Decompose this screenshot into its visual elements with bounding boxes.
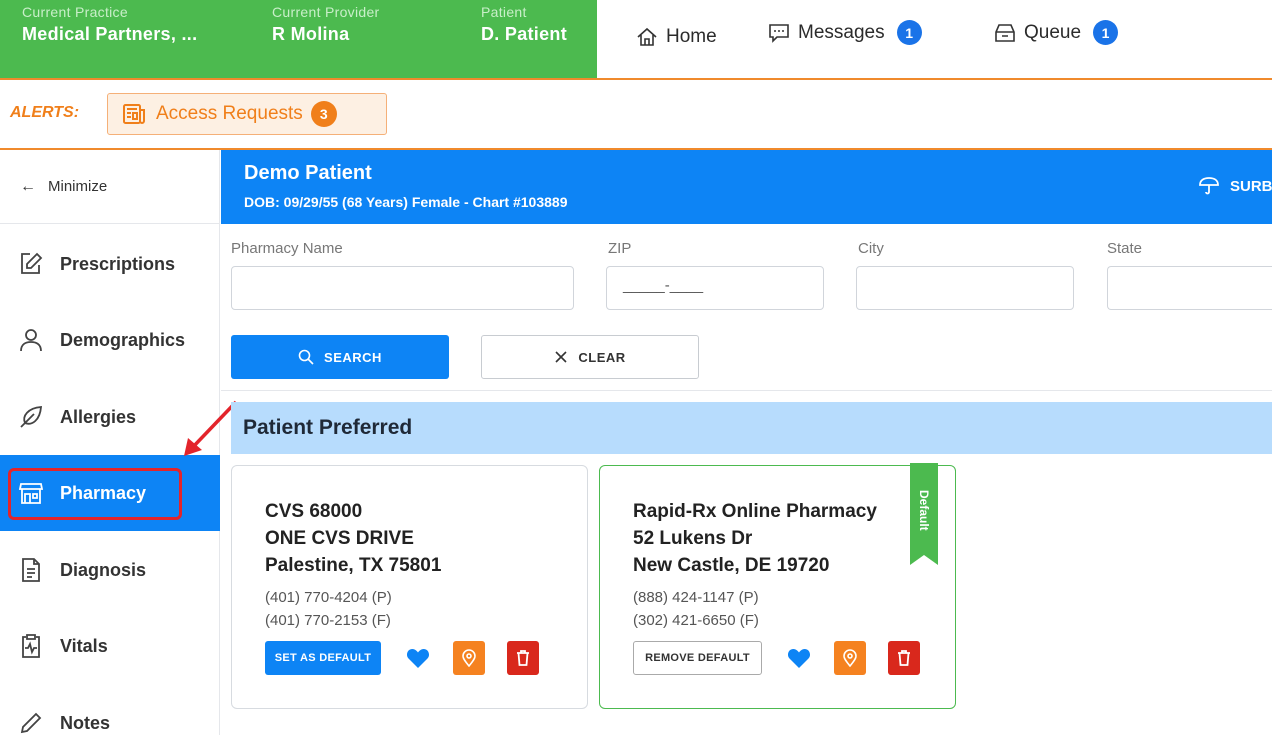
feather-icon bbox=[20, 406, 42, 428]
access-requests-button[interactable]: Access Requests 3 bbox=[107, 93, 387, 135]
main-content: Demo Patient DOB: 09/29/55 (68 Years) Fe… bbox=[221, 150, 1272, 735]
sidebar-item-label: Diagnosis bbox=[60, 559, 147, 580]
practice-label: Current Practice bbox=[22, 4, 128, 20]
queue-count-badge: 1 bbox=[1093, 20, 1119, 45]
minimize-label: Minimize bbox=[48, 178, 108, 195]
state-input[interactable] bbox=[1107, 266, 1272, 310]
pharmacy-card: Default Rapid-Rx Online Pharmacy 52 Luke… bbox=[599, 463, 956, 709]
pharmacy-address-line1: ONE CVS DRIVE bbox=[265, 528, 414, 549]
nav-queue-label: Queue bbox=[1024, 21, 1082, 43]
access-requests-label: Access Requests bbox=[156, 103, 303, 124]
zip-input[interactable]: _____-____ bbox=[606, 266, 824, 310]
zip-label: ZIP bbox=[608, 240, 632, 257]
state-label: State bbox=[1107, 240, 1143, 257]
newspaper-icon bbox=[123, 104, 145, 124]
sidebar-item-prescriptions[interactable]: Prescriptions bbox=[0, 226, 220, 302]
pharmacy-fax: (302) 421-6650 (F) bbox=[633, 612, 759, 629]
search-button-label: SEARCH bbox=[324, 349, 382, 365]
nav-home[interactable]: Home bbox=[636, 26, 717, 48]
clear-button-label: CLEAR bbox=[578, 349, 626, 365]
umbrella-icon bbox=[1199, 177, 1219, 195]
person-icon bbox=[20, 329, 42, 352]
alerts-label: ALERTS: bbox=[10, 104, 80, 121]
sidebar-item-demographics[interactable]: Demographics bbox=[0, 302, 220, 378]
default-ribbon: Default bbox=[910, 463, 938, 565]
card-actions: SET AS DEFAULT bbox=[265, 641, 539, 675]
pharmacy-address-line2: New Castle, DE 19720 bbox=[633, 555, 830, 576]
pharmacy-name-input[interactable] bbox=[231, 266, 574, 310]
nav-home-label: Home bbox=[666, 26, 717, 47]
highlight-box bbox=[8, 468, 182, 520]
search-button[interactable]: SEARCH bbox=[231, 335, 449, 379]
pharmacy-name: Rapid-Rx Online Pharmacy bbox=[633, 501, 877, 522]
message-icon bbox=[769, 23, 789, 43]
pharmacy-address-line1: 52 Lukens Dr bbox=[633, 528, 753, 549]
map-pin-icon[interactable] bbox=[834, 641, 866, 675]
favorite-heart-icon[interactable] bbox=[786, 646, 812, 670]
sidebar-item-label: Prescriptions bbox=[60, 253, 176, 274]
arrow-left-icon: ← bbox=[20, 177, 36, 195]
pharmacy-card: CVS 68000 ONE CVS DRIVE Palestine, TX 75… bbox=[231, 465, 588, 709]
nav-messages-label: Messages bbox=[798, 21, 885, 43]
messages-count-badge: 1 bbox=[896, 20, 922, 45]
sidebar-item-label: Notes bbox=[60, 712, 111, 733]
patient-header: Demo Patient DOB: 09/29/55 (68 Years) Fe… bbox=[221, 150, 1272, 224]
home-icon bbox=[637, 27, 657, 46]
minimize-button[interactable]: ← Minimize bbox=[0, 150, 219, 224]
sidebar-item-diagnosis[interactable]: Diagnosis bbox=[0, 532, 220, 608]
provider-block[interactable]: Current Provider R Molina bbox=[272, 4, 380, 45]
map-pin-icon[interactable] bbox=[453, 641, 485, 675]
city-label: City bbox=[858, 240, 884, 257]
sidebar-item-notes[interactable]: Notes bbox=[0, 685, 220, 735]
pharmacy-name: CVS 68000 bbox=[265, 501, 363, 522]
favorite-heart-icon[interactable] bbox=[405, 646, 431, 670]
nav-queue[interactable]: Queue 1 bbox=[994, 20, 1119, 45]
divider bbox=[221, 390, 1272, 391]
clear-button[interactable]: CLEAR bbox=[481, 335, 699, 379]
close-icon bbox=[555, 351, 567, 363]
pharmacy-phone: (888) 424-1147 (P) bbox=[633, 589, 759, 606]
inbox-icon bbox=[995, 23, 1015, 42]
pharmacy-phone: (401) 770-4204 (P) bbox=[265, 589, 392, 606]
surb-button[interactable]: SURB bbox=[1198, 176, 1272, 196]
pharmacy-address-line2: Palestine, TX 75801 bbox=[265, 555, 442, 576]
sidebar-item-label: Vitals bbox=[60, 635, 108, 656]
app-root: Current Practice Medical Partners, ... C… bbox=[0, 0, 1272, 735]
sidebar-item-label: Allergies bbox=[60, 406, 137, 427]
sidebar-item-label: Demographics bbox=[60, 329, 186, 350]
alerts-bar: ALERTS: Access Requests 3 bbox=[0, 80, 1272, 150]
patient-block[interactable]: Patient D. Patient bbox=[481, 4, 567, 45]
document-icon bbox=[22, 558, 40, 582]
top-bar: Current Practice Medical Partners, ... C… bbox=[0, 0, 1272, 80]
surb-label: SURB bbox=[1230, 177, 1272, 195]
pencil-icon bbox=[20, 712, 42, 734]
search-icon bbox=[298, 349, 314, 365]
trash-icon[interactable] bbox=[888, 641, 920, 675]
patient-label: Patient bbox=[481, 4, 527, 20]
set-default-button[interactable]: SET AS DEFAULT bbox=[265, 641, 381, 675]
provider-label: Current Provider bbox=[272, 4, 380, 20]
patient-details: DOB: 09/29/55 (68 Years) Female - Chart … bbox=[244, 194, 568, 210]
clipboard-pulse-icon bbox=[22, 634, 40, 658]
remove-default-button[interactable]: REMOVE DEFAULT bbox=[633, 641, 762, 675]
default-ribbon-label: Default bbox=[917, 489, 931, 531]
practice-value[interactable]: Medical Partners, ... bbox=[22, 24, 197, 45]
provider-value[interactable]: R Molina bbox=[272, 24, 380, 45]
edit-icon bbox=[21, 252, 43, 274]
card-actions: REMOVE DEFAULT bbox=[633, 641, 920, 675]
sidebar-item-vitals[interactable]: Vitals bbox=[0, 608, 220, 684]
pharmacy-fax: (401) 770-2153 (F) bbox=[265, 612, 391, 629]
pharmacy-name-label: Pharmacy Name bbox=[231, 240, 343, 257]
practice-block[interactable]: Current Practice Medical Partners, ... bbox=[22, 4, 197, 45]
trash-icon[interactable] bbox=[507, 641, 539, 675]
nav-messages[interactable]: Messages 1 bbox=[768, 20, 922, 45]
section-title: Patient Preferred bbox=[231, 402, 1272, 454]
city-input[interactable] bbox=[856, 266, 1074, 310]
patient-name: Demo Patient bbox=[244, 162, 372, 184]
patient-value[interactable]: D. Patient bbox=[481, 24, 567, 45]
access-requests-count: 3 bbox=[310, 101, 337, 127]
context-panel[interactable]: Current Practice Medical Partners, ... C… bbox=[0, 0, 597, 78]
